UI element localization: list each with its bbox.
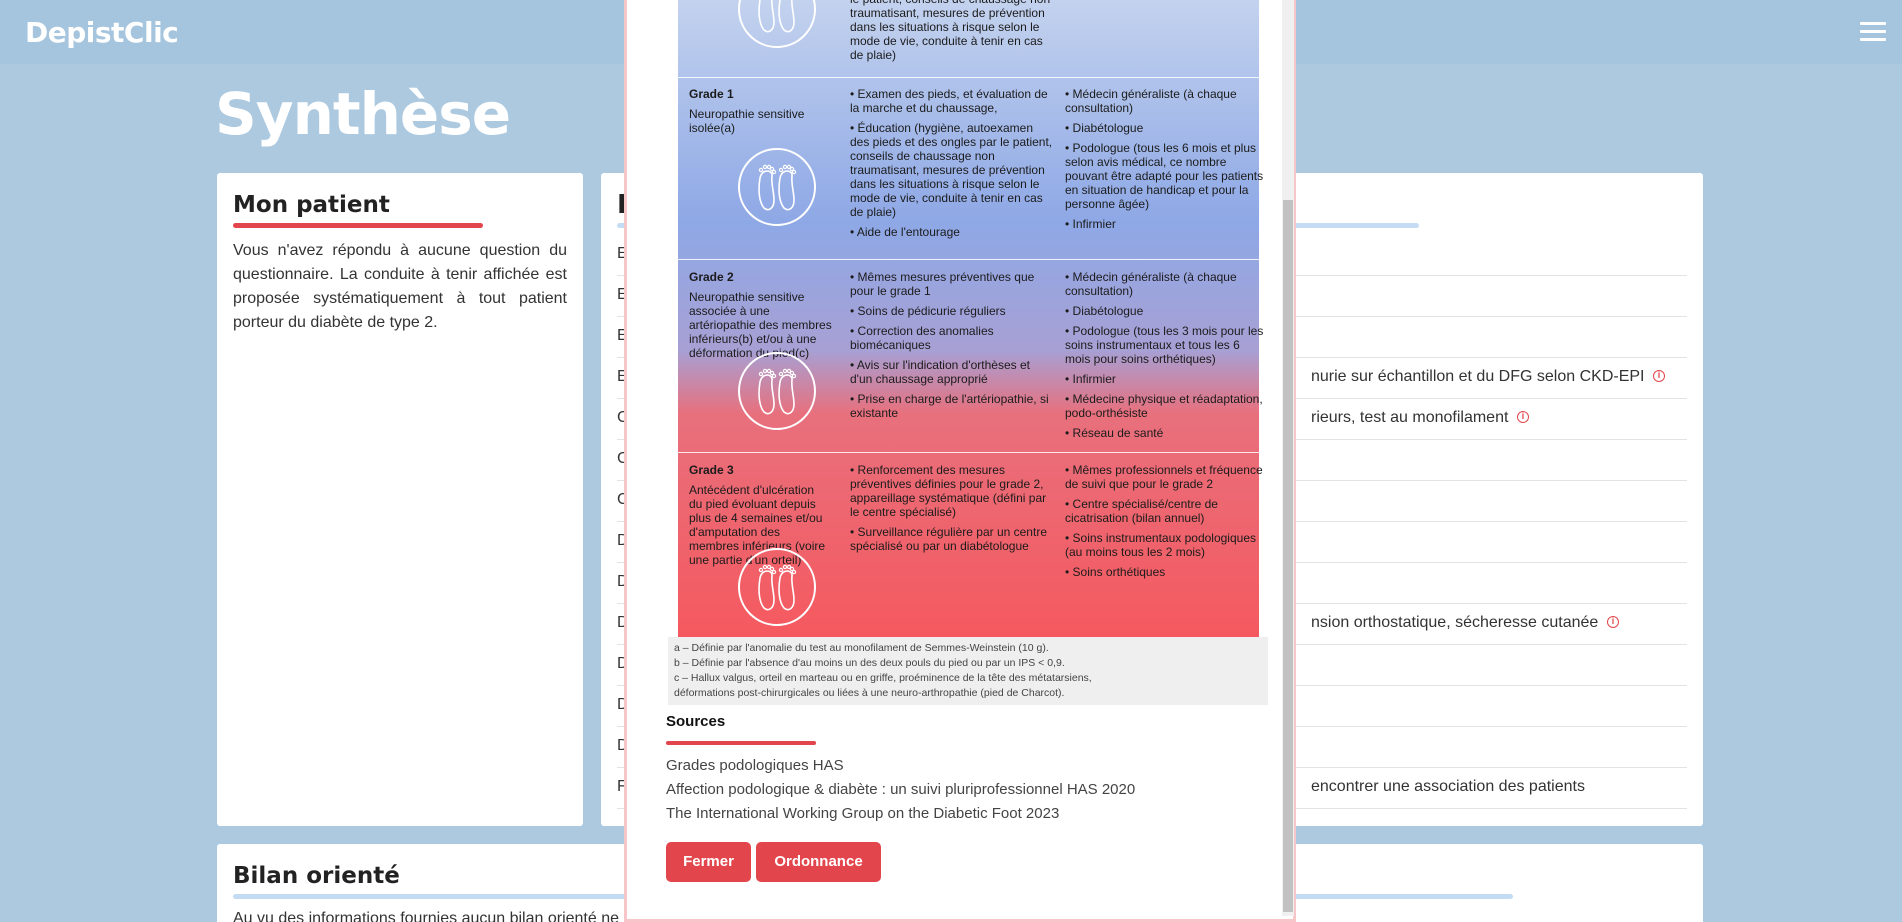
patient-card-title: Mon patient bbox=[233, 192, 390, 218]
close-button[interactable]: Fermer bbox=[666, 842, 751, 882]
bilan-row-text: rieurs, test au monofilament bbox=[1311, 409, 1509, 426]
modal-scrollbar[interactable] bbox=[1282, 0, 1294, 916]
feet-icon bbox=[738, 352, 816, 430]
patient-card-text: Vous n'avez répondu à aucune question du… bbox=[233, 242, 567, 331]
feet-icon bbox=[738, 148, 816, 226]
grade1-actors: Médecin généraliste (à chaque consultati… bbox=[1065, 87, 1265, 237]
feet-icon bbox=[738, 0, 816, 48]
page-title: Synthèse bbox=[215, 80, 511, 148]
grade3-actions: Renforcement des mesures préventives déf… bbox=[850, 463, 1055, 559]
bilan-row-text: nurie sur échantillon et du DFG selon CK… bbox=[1311, 368, 1645, 385]
info-icon[interactable]: i bbox=[1607, 616, 1619, 628]
grade1-actions: Examen des pieds, et évaluation de la ma… bbox=[850, 87, 1055, 245]
patient-card: Mon patient Vous n'avez répondu à aucune… bbox=[217, 173, 583, 826]
source-link[interactable]: Grades podologiques HAS bbox=[666, 757, 844, 774]
podology-modal: le patient, conseils de chaussage non tr… bbox=[624, 0, 1296, 922]
grade2-actions: Mêmes mesures préventives que pour le gr… bbox=[850, 270, 1055, 426]
table-footnotes: a – Définie par l'anomalie du test au mo… bbox=[668, 637, 1268, 705]
hamburger-icon[interactable] bbox=[1860, 22, 1886, 42]
bilan-oriente-text: Au vu des informations fournies aucun bi… bbox=[233, 910, 620, 922]
brand-logo[interactable]: DepistClic bbox=[25, 16, 179, 49]
feet-icon bbox=[738, 548, 816, 626]
grade0-actions: le patient, conseils de chaussage non tr… bbox=[850, 0, 1050, 62]
sources-underline bbox=[666, 741, 816, 745]
source-link[interactable]: The International Working Group on the D… bbox=[666, 805, 1059, 822]
bilan-row-text: nsion orthostatique, sécheresse cutanée bbox=[1311, 614, 1599, 631]
info-icon[interactable]: i bbox=[1653, 370, 1665, 382]
prescription-button[interactable]: Ordonnance bbox=[756, 842, 881, 882]
grade1-label: Grade 1 Neuropathie sensitive isolée(a) bbox=[689, 87, 805, 135]
grade2-label: Grade 2 Neuropathie sensitive associée à… bbox=[689, 270, 832, 360]
grade2-actors: Médecin généraliste (à chaque consultati… bbox=[1065, 270, 1265, 446]
bilan-row-text: encontrer une association des patients bbox=[1311, 778, 1585, 795]
title-underline bbox=[233, 223, 483, 228]
podology-grade-table: le patient, conseils de chaussage non tr… bbox=[668, 0, 1268, 705]
info-icon[interactable]: i bbox=[1517, 411, 1529, 423]
grade3-actors: Mêmes professionnels et fréquence de sui… bbox=[1065, 463, 1265, 585]
bilan-oriente-title: Bilan orienté bbox=[233, 863, 400, 889]
sources-title: Sources bbox=[666, 713, 726, 730]
source-link[interactable]: Affection podologique & diabète : un sui… bbox=[666, 781, 1135, 798]
